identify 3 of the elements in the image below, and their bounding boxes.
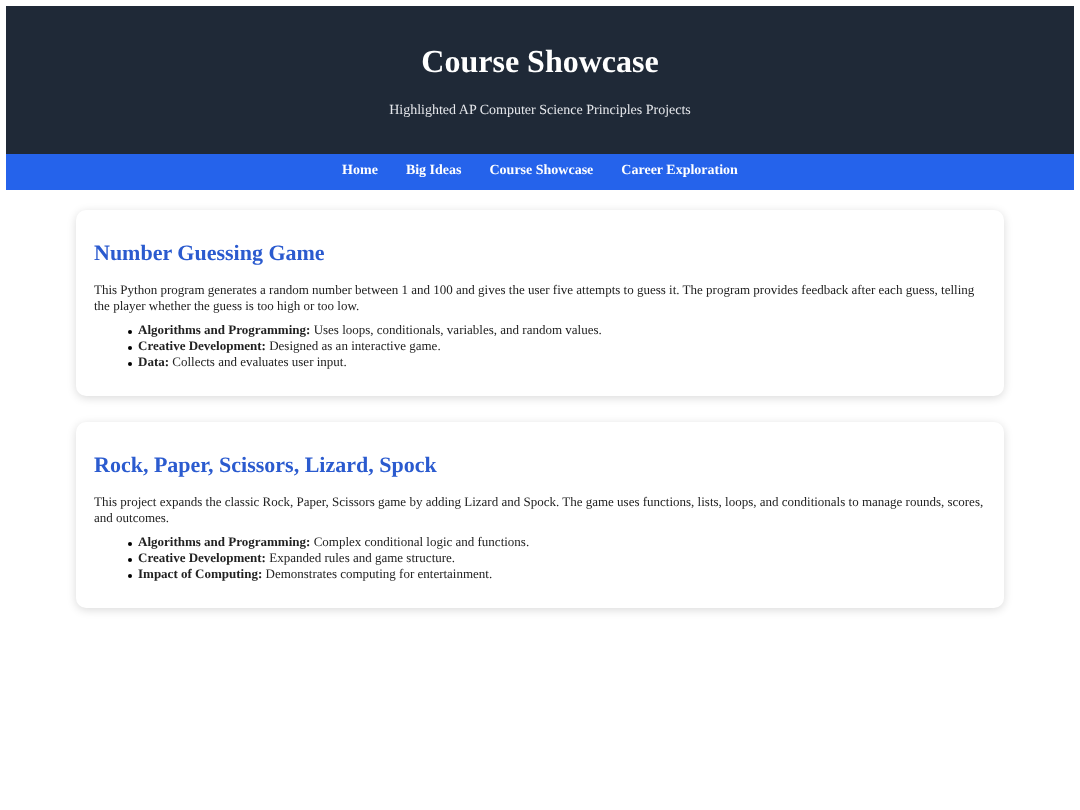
page-title: Course Showcase (421, 44, 659, 84)
project-title: Number Guessing Game (94, 239, 327, 267)
project-title: Rock, Paper, Scissors, Lizard, Spock (94, 451, 439, 479)
